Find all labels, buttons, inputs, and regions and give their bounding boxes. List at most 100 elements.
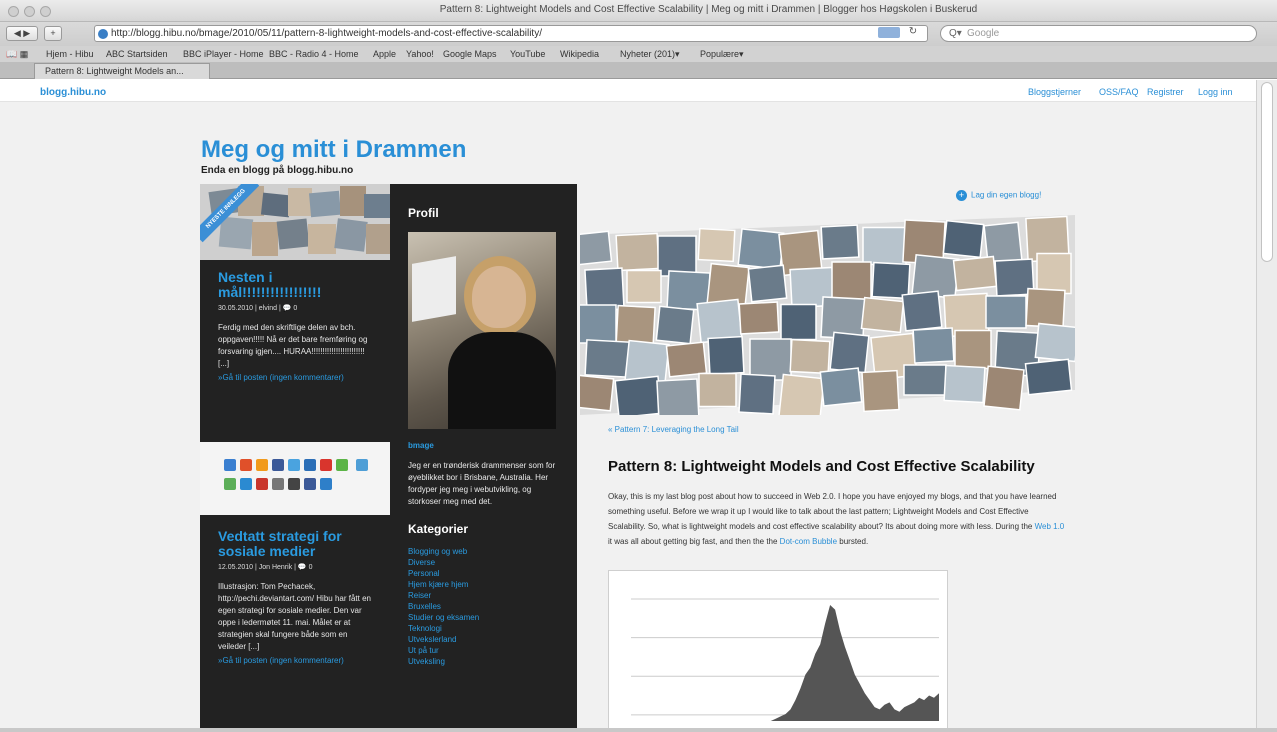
top-link-faq[interactable]: OSS/FAQ: [1099, 87, 1139, 97]
share-icon[interactable]: [224, 459, 236, 471]
search-input[interactable]: Q▾ Google: [940, 25, 1257, 42]
second-post-panel: Vedtatt strategi for sosiale medier 12.0…: [200, 515, 390, 728]
share-icon[interactable]: [336, 459, 348, 471]
read-more-link[interactable]: »Gå til posten (ingen kommentarer): [218, 372, 372, 383]
profile-heading: Profil: [408, 206, 439, 220]
top-link-bloggstjerner[interactable]: Bloggstjerner: [1028, 87, 1081, 97]
share-icon[interactable]: [320, 459, 332, 471]
show-all-bookmarks-icon[interactable]: 📖 ▦: [6, 46, 28, 62]
bookmark-item[interactable]: ABC Startsiden: [106, 46, 168, 62]
category-link[interactable]: Hjem kjære hjem: [408, 579, 559, 590]
rss-icon[interactable]: [878, 27, 900, 38]
profile-description: Jeg er en trønderisk drammenser som for …: [408, 461, 556, 506]
share-icon[interactable]: [224, 478, 236, 490]
window-bottom-edge: [0, 728, 1277, 732]
vertical-scrollbar[interactable]: [1256, 80, 1277, 728]
chart-area-series: [741, 605, 939, 721]
chart-svg: [631, 598, 939, 721]
reload-icon[interactable]: ↻: [905, 25, 921, 40]
site-top-strip: blogg.hibu.no Bloggstjerner OSS/FAQ Regi…: [0, 80, 1256, 102]
post-meta: 30.05.2010 | elvind | 💬 0: [218, 305, 298, 312]
twitter-icon[interactable]: [288, 459, 300, 471]
zoom-window-button[interactable]: [40, 6, 51, 17]
close-window-button[interactable]: [8, 6, 19, 17]
bookmark-item[interactable]: Yahoo!: [406, 46, 434, 62]
web-page: blogg.hibu.no Bloggstjerner OSS/FAQ Regi…: [0, 80, 1256, 728]
share-icon[interactable]: [240, 459, 252, 471]
category-link[interactable]: Ut på tur: [408, 645, 559, 656]
share-icon[interactable]: [256, 459, 268, 471]
category-link[interactable]: Teknologi: [408, 623, 559, 634]
blog-subtitle: Enda en blogg på blogg.hibu.no: [201, 165, 354, 176]
dotcom-bubble-link[interactable]: Dot-com Bubble: [780, 537, 837, 546]
share-icon[interactable]: [356, 459, 369, 471]
scrollbar-thumb[interactable]: [1261, 82, 1273, 262]
category-link[interactable]: Reiser: [408, 590, 559, 601]
latest-post-panel: Nesten i mål!!!!!!!!!!!!!!!!! 30.05.2010…: [200, 260, 390, 442]
search-placeholder: Google: [967, 28, 1000, 39]
window-title: Pattern 8: Lightweight Models and Cost E…: [439, 4, 978, 15]
plus-icon: +: [956, 190, 967, 201]
bookmark-item[interactable]: YouTube: [510, 46, 545, 62]
post-heading: Pattern 8: Lightweight Models and Cost E…: [608, 458, 1035, 475]
search-icon: Q▾: [949, 28, 962, 39]
post-title-link[interactable]: Vedtatt strategi for sosiale medier: [218, 529, 372, 559]
minimize-window-button[interactable]: [24, 6, 35, 17]
share-icons-grid: [222, 458, 372, 496]
youtube-icon[interactable]: [256, 478, 268, 490]
post-chart: [608, 570, 948, 728]
profile-photo: [408, 232, 556, 429]
share-icon[interactable]: [320, 478, 332, 490]
category-link[interactable]: Utveksling: [408, 656, 559, 667]
category-link[interactable]: Diverse: [408, 557, 559, 568]
top-link-login[interactable]: Logg inn: [1198, 87, 1233, 97]
blog-title[interactable]: Meg og mitt i Drammen: [201, 136, 466, 164]
bookmark-item[interactable]: Hjem - Hibu: [46, 46, 94, 62]
post-body-text: bursted.: [837, 537, 869, 546]
post-excerpt: Ferdig med den skriftlige delen av bch. …: [218, 323, 368, 368]
site-home-link[interactable]: blogg.hibu.no: [40, 87, 106, 98]
add-bookmark-icon[interactable]: +: [44, 26, 62, 41]
share-icon[interactable]: [240, 478, 252, 490]
back-forward-button[interactable]: ◀ ▶: [6, 26, 38, 41]
post-body-text: it was all about getting big fast, and t…: [608, 537, 780, 546]
categories-heading: Kategorier: [408, 522, 469, 536]
category-link[interactable]: Personal: [408, 568, 559, 579]
share-icons-box: [200, 442, 390, 515]
header-photo-collage: [580, 215, 1075, 415]
bookmark-item[interactable]: Populære▾: [700, 46, 744, 62]
post-body: Okay, this is my last blog post about ho…: [608, 489, 1068, 549]
tab-bar: Pattern 8: Lightweight Models an...: [0, 62, 1277, 79]
create-blog-label: Lag din egen blogg!: [971, 190, 1042, 200]
share-icon[interactable]: [272, 478, 284, 490]
post-meta: 12.05.2010 | Jon Henrik | 💬 0: [218, 564, 313, 571]
profile-name-link[interactable]: bmage: [408, 441, 559, 450]
share-icon[interactable]: [304, 459, 316, 471]
web1-link[interactable]: Web 1.0: [1035, 522, 1065, 531]
previous-post-link[interactable]: « Pattern 7: Leveraging the Long Tail: [608, 425, 739, 434]
bookmark-item[interactable]: Wikipedia: [560, 46, 599, 62]
bookmarks-bar: 📖 ▦ Hjem - Hibu ABC Startsiden BBC iPlay…: [0, 46, 1277, 62]
category-link[interactable]: Utvekslerland: [408, 634, 559, 645]
bookmark-item[interactable]: Nyheter (201)▾: [620, 46, 680, 62]
window-titlebar: Pattern 8: Lightweight Models and Cost E…: [0, 0, 1277, 22]
categories-list: Blogging og web Diverse Personal Hjem kj…: [408, 546, 559, 667]
category-link[interactable]: Studier og eksamen: [408, 612, 559, 623]
category-link[interactable]: Bruxelles: [408, 601, 559, 612]
post-title-link[interactable]: Nesten i mål!!!!!!!!!!!!!!!!!: [218, 270, 372, 300]
address-text: http://blogg.hibu.no/bmage/2010/05/11/pa…: [111, 28, 542, 39]
read-more-link[interactable]: »Gå til posten (ingen kommentarer): [218, 655, 372, 666]
bookmark-item[interactable]: BBC - Radio 4 - Home: [269, 46, 359, 62]
browser-toolbar: ◀ ▶ + http://blogg.hibu.no/bmage/2010/05…: [0, 22, 1277, 46]
share-icon[interactable]: [304, 478, 316, 490]
facebook-icon[interactable]: [272, 459, 284, 471]
share-icon[interactable]: [288, 478, 300, 490]
bookmark-item[interactable]: BBC iPlayer - Home: [183, 46, 264, 62]
address-bar[interactable]: http://blogg.hibu.no/bmage/2010/05/11/pa…: [94, 25, 928, 42]
bookmark-item[interactable]: Google Maps: [443, 46, 497, 62]
bookmark-item[interactable]: Apple: [373, 46, 396, 62]
category-link[interactable]: Blogging og web: [408, 546, 559, 557]
create-blog-link[interactable]: + Lag din egen blogg!: [956, 190, 1041, 201]
tab-active[interactable]: Pattern 8: Lightweight Models an...: [34, 63, 210, 79]
top-link-register[interactable]: Registrer: [1147, 87, 1184, 97]
